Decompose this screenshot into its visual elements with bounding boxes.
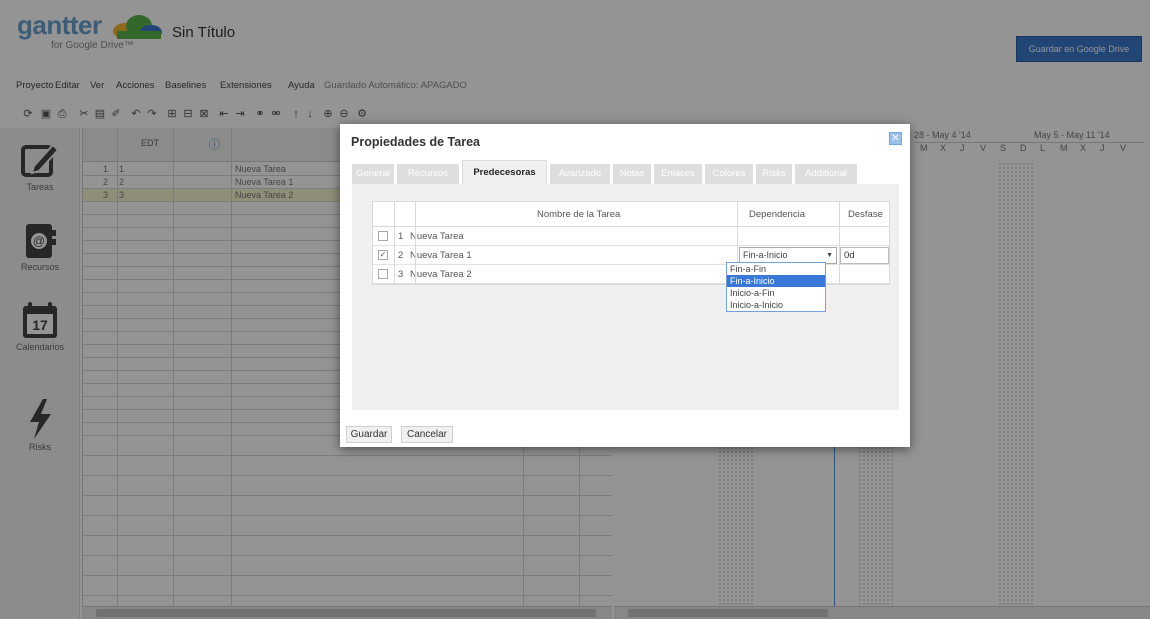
tab-predecesoras[interactable]: Predecesoras <box>462 160 547 184</box>
dependency-dropdown-list: Fin-a-Fin Fin-a-Inicio Inicio-a-Fin Inic… <box>726 262 826 312</box>
dialog-title: Propiedades de Tarea <box>351 135 480 149</box>
predecessor-number: 3 <box>398 269 404 280</box>
predecessor-name: Nueva Tarea 1 <box>410 250 472 261</box>
predecessor-number: 1 <box>398 231 404 242</box>
predecessor-checkbox[interactable] <box>378 269 388 279</box>
predecessor-number: 2 <box>398 250 404 261</box>
column-divider <box>415 202 416 285</box>
column-task-name: Nombre de la Tarea <box>537 209 621 220</box>
dropdown-option[interactable]: Fin-a-Fin <box>727 263 825 275</box>
column-divider <box>839 202 840 285</box>
tab-colores[interactable]: Colores <box>705 164 753 184</box>
tab-recursos[interactable]: Recursos <box>397 164 459 184</box>
close-icon[interactable]: ✕ <box>889 132 902 145</box>
predecessor-checkbox-checked[interactable]: ✓ <box>378 250 388 260</box>
column-divider <box>394 202 395 285</box>
dropdown-option[interactable]: Inicio-a-Inicio <box>727 299 825 311</box>
tab-avanzado[interactable]: Avanzado <box>550 164 610 184</box>
predecessors-table-header: Nombre de la Tarea Dependencia Desfase <box>373 202 889 227</box>
cancel-button[interactable]: Cancelar <box>401 426 453 443</box>
column-dependency: Dependencia <box>749 209 805 220</box>
predecessor-name: Nueva Tarea <box>410 231 464 242</box>
tab-risks[interactable]: Risks <box>756 164 792 184</box>
dependency-value: Fin-a-Inicio <box>743 250 788 260</box>
chevron-down-icon: ▼ <box>826 252 833 259</box>
predecessor-row[interactable]: 1 Nueva Tarea <box>373 227 889 246</box>
tab-general[interactable]: General <box>352 164 394 184</box>
dropdown-option[interactable]: Inicio-a-Fin <box>727 287 825 299</box>
column-lag: Desfase <box>848 209 883 220</box>
tab-additional[interactable]: Additional <box>795 164 857 184</box>
predecessor-checkbox[interactable] <box>378 231 388 241</box>
dropdown-option-highlighted[interactable]: Fin-a-Inicio <box>727 275 825 287</box>
tab-notas[interactable]: Notas <box>613 164 651 184</box>
tab-enlaces[interactable]: Enlaces <box>654 164 702 184</box>
predecessor-name: Nueva Tarea 2 <box>410 269 472 280</box>
lag-input[interactable]: 0d <box>840 247 889 264</box>
save-button[interactable]: Guardar <box>346 426 392 443</box>
